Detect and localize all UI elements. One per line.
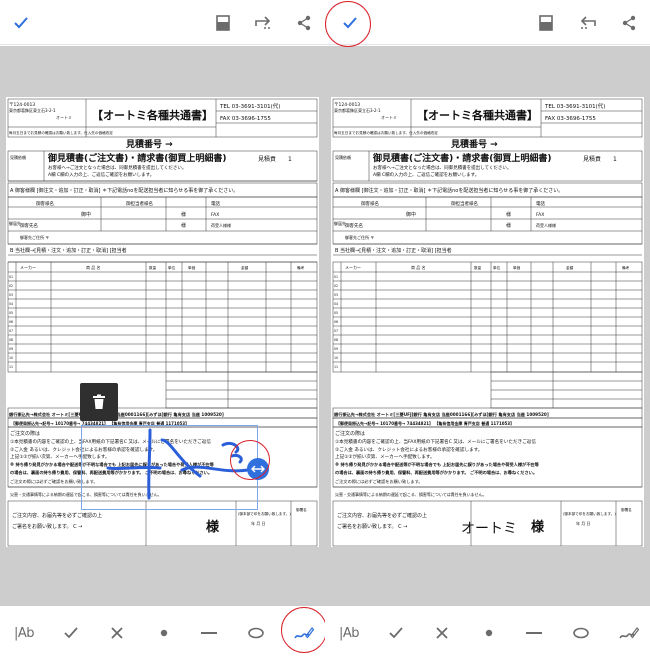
doc-sama-big: 様 [531, 519, 545, 535]
doc-bank-line: 銀行振込先→株式会社 オートミ[三菱UFJ]銀行 亀有支店 当座0001166]… [334, 411, 549, 418]
doc-estimate-page-prefix: 見積貢 [583, 155, 601, 163]
doc-confirm-1: ご注文内容、お届先等を必ずご確認の上 [337, 512, 427, 519]
doc-phone: 電話 [536, 200, 545, 207]
dot-tool-icon[interactable] [478, 606, 500, 660]
doc-line-a2: A欄 C欄の入力の上、ご返信ご確認をお願いします。 [373, 171, 479, 178]
table-row-number: 08 [334, 338, 338, 342]
table-row-number: 02 [334, 284, 338, 288]
doc-col-qty: 数量 [474, 265, 482, 270]
doc-customer: 御客先名 [345, 222, 363, 229]
doc-fax: FAX 03-3696-1755 [545, 116, 596, 122]
table-row-number: 01 [334, 275, 338, 279]
highlight-circle-confirm [325, 1, 371, 47]
doc-fax-short: FAX [536, 212, 544, 218]
doc-col-note: 備考 [622, 265, 630, 270]
table-row-number: 11 [334, 365, 338, 369]
doc-seal-label: 御署名 [621, 507, 632, 512]
line-tool-icon[interactable] [522, 606, 546, 660]
doc-company: オートミ [381, 115, 397, 120]
dot-tool-icon[interactable] [153, 606, 175, 660]
doc-address: 東京都葛飾区東立石3-2-1 [334, 107, 381, 113]
doc-seal-note: (御本部で印をお願い致します。) [563, 511, 616, 516]
signature-tool-icon[interactable] [617, 606, 641, 660]
doc-line-a1: お客様へ→ご注文となった場合は、同御見積書を提出してください。 [373, 164, 511, 171]
handwriting-annotation[interactable] [0, 0, 325, 660]
doc-order-3: 上記①②が揃い次第、メーカーへ手配致します。 [335, 453, 435, 460]
table-row-number: 04 [334, 302, 338, 306]
doc-col-amount: 金額 [566, 265, 574, 270]
undo-icon[interactable] [575, 11, 601, 35]
doc-col-unit: 単位 [493, 265, 501, 270]
left-pane: 〒124-0013 東京都葛飾区東立石3-2-1 オートミ 【オートミ各種共通書… [0, 0, 325, 660]
doc-section-a: A 御客様欄 [御注文・追加・訂正・取消] ＊下記電話noを配送担当者に知らせる… [335, 187, 563, 194]
ellipse-tool-icon[interactable] [569, 606, 593, 660]
doc-customer-sama: 様 [506, 222, 511, 229]
cross-tool-icon[interactable] [431, 606, 453, 660]
doc-section-b: B 当社欄→[見積・注文・追加・訂正・取消] [担当者 [335, 247, 452, 254]
highlight-circle-resize [230, 440, 270, 480]
doc-col-price: 単価 [513, 265, 521, 270]
doc-sama: 様 [506, 211, 511, 218]
doc-estimate-page: 1 [613, 156, 617, 163]
doc-disaster: 災害・交通事情等による納期の遅延で起こる、損害等については責任を負いません。 [335, 491, 487, 497]
table-row-number: 10 [334, 356, 338, 360]
doc-estimate-no: 見積番号 → [450, 138, 498, 150]
doc-delivery-person: 荷受人様様 [536, 222, 556, 228]
doc-estimate-label: 見積依頼 [335, 154, 351, 160]
right-pane: 〒124-0013 東京都葛飾区東立石3-2-1 オートミ 【オートミ各種共通書… [325, 0, 650, 660]
doc-order-2: ②ご入金 あるいは、クレジット会社によるお客様の承認を確認します。 [335, 446, 482, 453]
doc-customer-name: 御客様名 [361, 200, 379, 207]
doc-order-5: の場合は、裏面の持ち帰り費用、保管料、再配送費用等がかかります。 ご不明の場合は… [335, 469, 537, 476]
share-icon[interactable] [616, 11, 642, 35]
doc-order-6: ご注文の際には必ずご確認をお願い致します。 [335, 478, 423, 485]
check-tool-icon[interactable] [385, 606, 407, 660]
doc-order-4: ※ 持ち帰り発見がかかる場合や配送等が不明な場合でも 上記お届先に誤りがあった場… [335, 461, 540, 468]
table-row-number: 03 [334, 293, 338, 297]
doc-col-product: 商 品 名 [411, 264, 426, 270]
table-row-number: 05 [334, 311, 338, 315]
ellipse-tool-icon[interactable] [244, 606, 268, 660]
table-row-number: 06 [334, 320, 338, 324]
check-tool-icon[interactable] [60, 606, 82, 660]
doc-order-1: ①本見積書の内容をご確認の上、当FAX用紙の下記署名C 又は、メールにご署名をい… [335, 438, 536, 445]
doc-tel: TEL 03-3691-3101(代) [544, 102, 605, 110]
doc-confirm-2: ご署名をお願い致します。 C → [337, 523, 407, 530]
doc-post-line: 【郵便局振込先→記号→ 10170番号→ 74434821】 【亀有信用金庫 青… [336, 420, 514, 426]
top-toolbar [325, 0, 650, 45]
table-row-number: 09 [334, 347, 338, 351]
cross-tool-icon[interactable] [106, 606, 128, 660]
doc-notice-top: 毎月五日までお見積の確認はお願い致します。仕入先の価格改定 [334, 130, 438, 135]
table-row-number: 07 [334, 329, 338, 333]
doc-title2: 御見積書(ご注文書)・請求書(御買上明細書) [372, 152, 551, 164]
doc-ymd: 年 月 日 [576, 520, 591, 526]
doc-title: 【オートミ各種共通書】 [417, 108, 538, 122]
highlight-circle-signature [281, 607, 325, 653]
doc-person-name: 御担当者様名 [451, 200, 478, 207]
doc-maker: メーカー [345, 265, 361, 270]
doc-address-label: 御客先ご住所 〒 [345, 234, 374, 240]
doc-order-title: ご注文の際は [335, 430, 365, 437]
doc-goon: 御中 [406, 211, 416, 218]
text-tool-button[interactable]: |Ab [10, 606, 38, 660]
trash-icon[interactable] [80, 383, 118, 421]
line-tool-icon[interactable] [197, 606, 221, 660]
estimate-document-page: 〒124-0013 東京都葛飾区東立石3-2-1 オートミ 【オートミ各種共通書… [331, 97, 644, 547]
doc-signature-right: オートミ [461, 521, 517, 537]
text-tool-button[interactable]: |Ab [335, 606, 363, 660]
frame-icon[interactable] [533, 11, 559, 35]
